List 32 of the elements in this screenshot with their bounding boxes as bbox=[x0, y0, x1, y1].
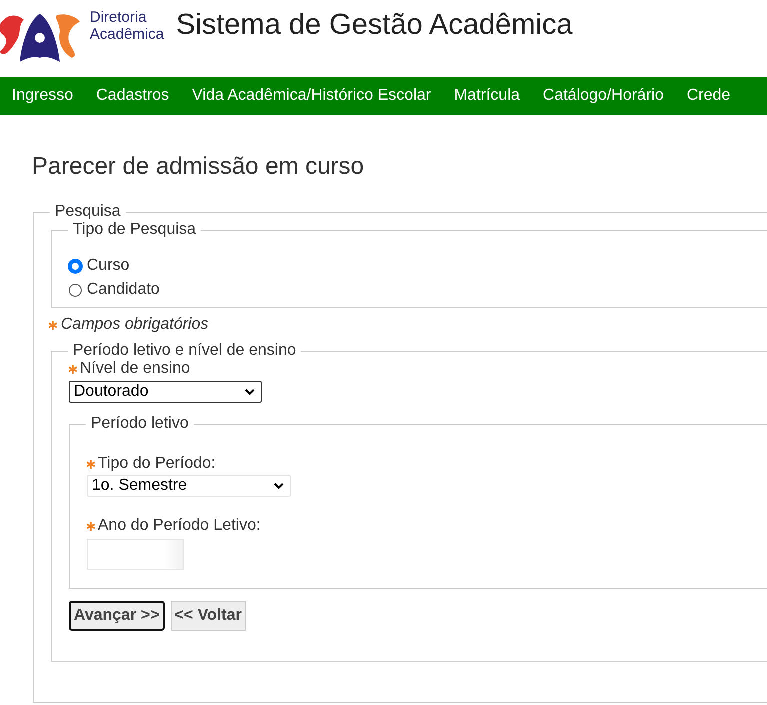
nav-link[interactable]: Crede bbox=[686, 87, 731, 105]
radio-icon[interactable] bbox=[69, 260, 82, 272]
chevron-down-icon bbox=[274, 482, 284, 490]
required-note: Campos obrigatórios bbox=[61, 316, 209, 334]
org-name-line: Diretoria bbox=[90, 8, 148, 26]
nav-link[interactable]: Cadastros bbox=[96, 87, 170, 105]
asterisk-icon bbox=[49, 320, 57, 330]
field-label: Ano do Período Letivo: bbox=[98, 517, 261, 535]
year-input-field[interactable] bbox=[87, 539, 184, 570]
panel-legend: Pesquisa bbox=[50, 203, 126, 221]
radio-label: Candidato bbox=[87, 281, 160, 299]
radio-icon[interactable] bbox=[69, 284, 82, 296]
chevron-down-icon bbox=[245, 388, 255, 396]
field-label: Nível de ensino bbox=[80, 360, 190, 378]
org-name-line: Acadêmica bbox=[90, 26, 164, 42]
nav-link[interactable]: Matrícula bbox=[454, 87, 520, 105]
app-title: Sistema de Gestão Acadêmica bbox=[176, 9, 573, 42]
page-title: Parecer de admissão em curso bbox=[32, 153, 366, 181]
form-button[interactable]: << Voltar bbox=[170, 601, 246, 631]
radio-label: Curso bbox=[87, 257, 130, 275]
radio-option[interactable]: Candidato bbox=[69, 281, 767, 299]
nav-link[interactable]: Vida Acadêmica/Histórico Escolar bbox=[192, 87, 432, 105]
panel-legend: Período letivo bbox=[86, 415, 194, 433]
level-select[interactable]: Doutorado bbox=[69, 381, 262, 403]
nav-link[interactable]: Ingresso bbox=[12, 87, 74, 105]
nav-link[interactable]: Catálogo/Horário bbox=[543, 87, 664, 105]
form-button[interactable]: Avançar >> bbox=[69, 601, 165, 631]
panel-legend: Tipo de Pesquisa bbox=[68, 221, 202, 239]
period-type-select[interactable]: 1o. Semestre bbox=[87, 475, 291, 497]
panel-legend: Período letivo e nível de ensino bbox=[68, 342, 302, 360]
radio-option[interactable]: Curso bbox=[69, 257, 767, 275]
field-label: Tipo do Período: bbox=[98, 455, 216, 473]
